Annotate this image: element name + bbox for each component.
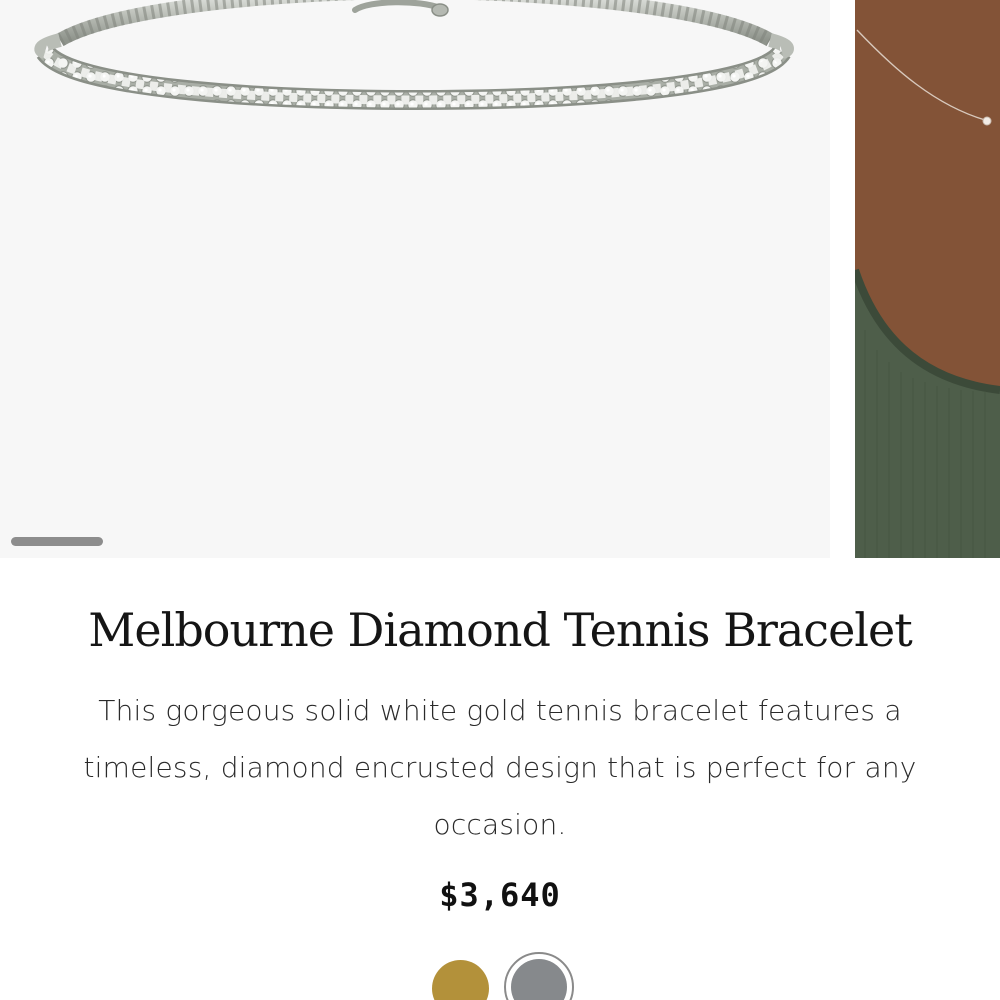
metal-color-swatches: gold white-gold	[0, 952, 1000, 1000]
gallery-scroll-indicator[interactable]	[11, 537, 103, 546]
swatch-white-gold[interactable]: white-gold	[504, 952, 574, 1000]
swatch-white-gold-label: white-gold	[506, 954, 507, 955]
product-description: This gorgeous solid white gold tennis br…	[83, 694, 917, 841]
product-price: $3,640	[439, 876, 561, 914]
swatch-gold[interactable]: gold	[432, 960, 489, 1000]
bracelet-product-image[interactable]	[0, 0, 830, 558]
product-title: Melbourne Diamond Tennis Bracelet	[88, 603, 912, 657]
bracelet-illustration	[34, 0, 794, 111]
model-illustration	[855, 0, 1000, 558]
model-necklace-image[interactable]	[855, 0, 1000, 558]
swatch-gold-label: gold	[432, 960, 433, 961]
product-image-gallery[interactable]	[0, 0, 1000, 558]
swatch-white-gold-fill	[511, 959, 567, 1000]
